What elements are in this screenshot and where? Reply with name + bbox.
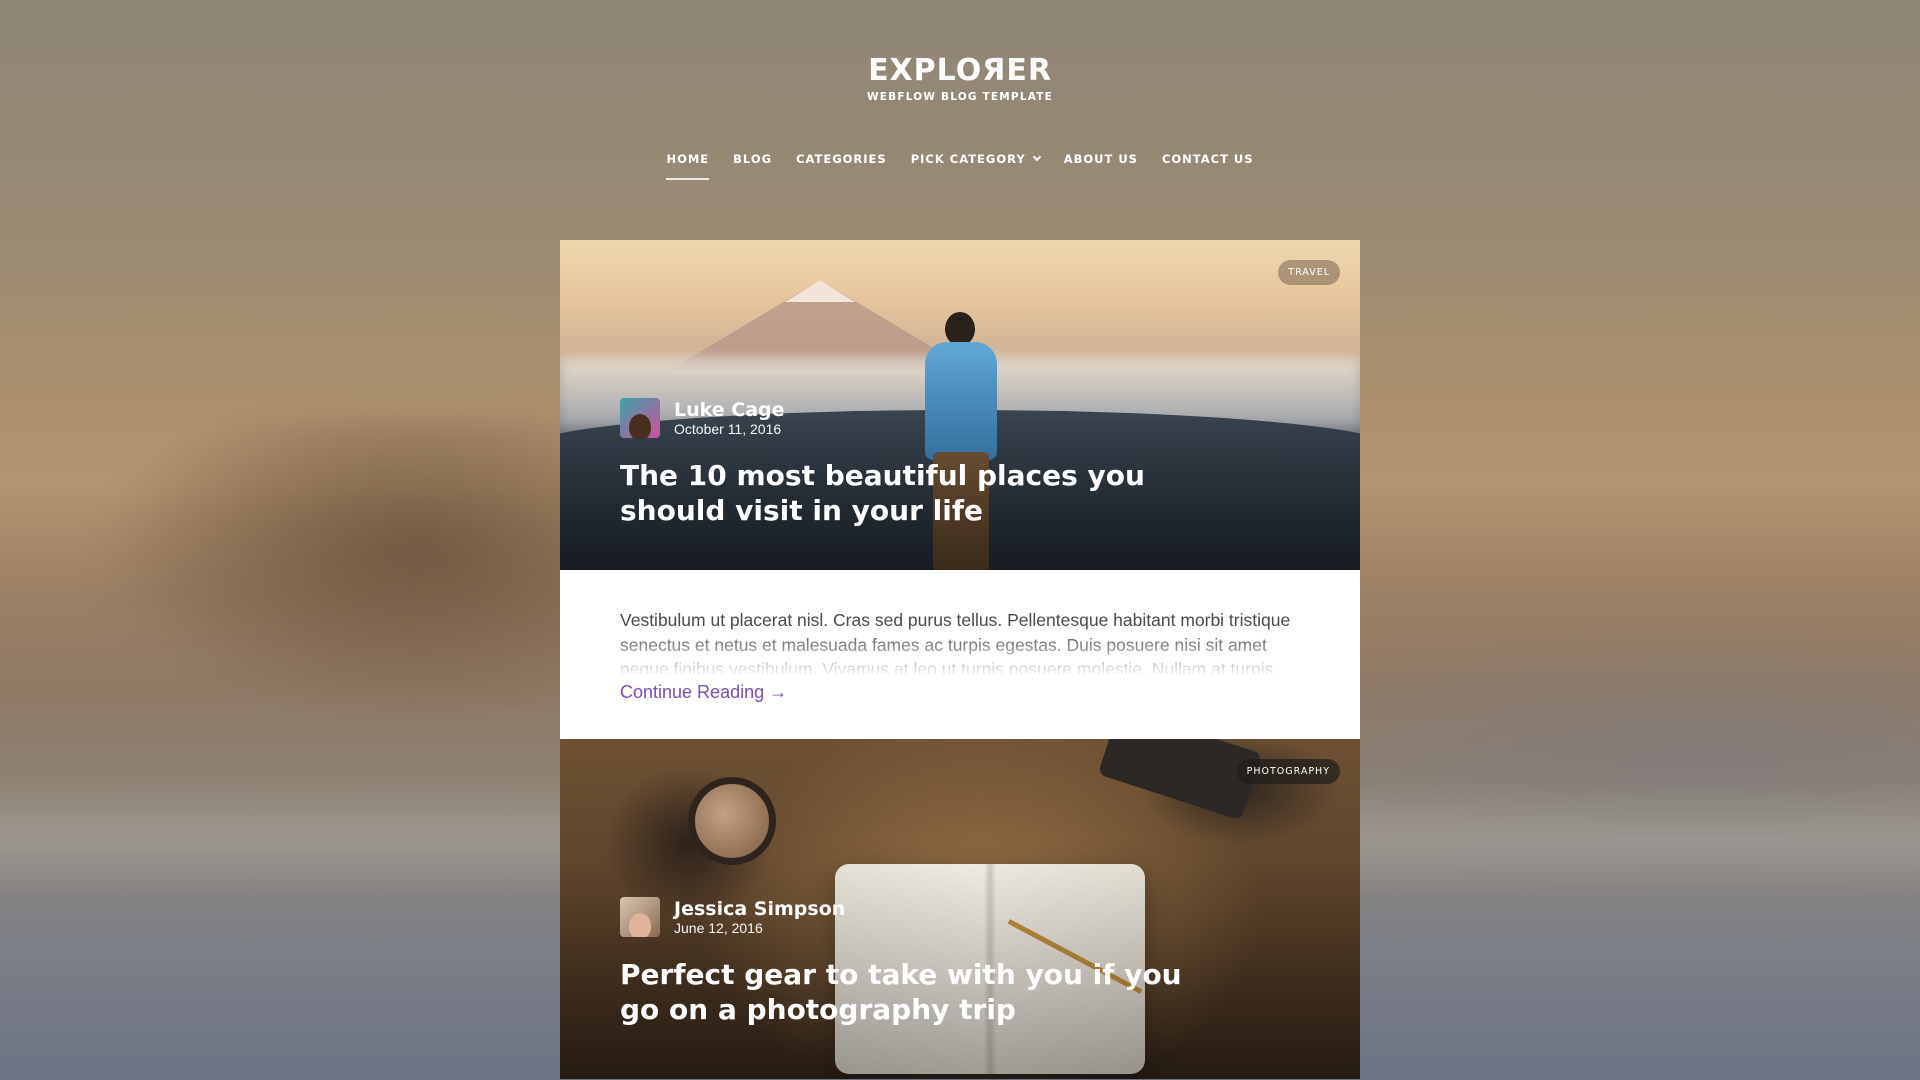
avatar[interactable] [620, 398, 660, 438]
nav-contact-us[interactable]: CONTACT US [1150, 150, 1266, 178]
site-logo[interactable]: EXPLOЯER WEBFLOW BLOG TEMPLATE [0, 53, 1920, 104]
nav-blog[interactable]: BLOG [721, 150, 784, 178]
post-date: October 11, 2016 [674, 421, 782, 437]
nav-contact-us-label: CONTACT US [1161, 152, 1254, 166]
nav-home-label: HOME [666, 152, 710, 166]
avatar[interactable] [620, 897, 660, 937]
category-tag[interactable]: TRAVEL [1278, 260, 1340, 285]
nav-categories[interactable]: CATEGORIES [784, 150, 899, 178]
nav-about-us-label: ABOUT US [1063, 152, 1138, 166]
post-card: TRAVEL Luke Cage October 11, 2016 The 10… [560, 240, 1360, 739]
post-hero-image[interactable]: PHOTOGRAPHY Jessica Simpson June 12, 201… [560, 739, 1360, 1079]
nav-pick-category-dropdown[interactable]: PICK CATEGORY [899, 150, 1052, 178]
author-name[interactable]: Luke Cage [674, 399, 785, 421]
logo-subtitle: WEBFLOW BLOG TEMPLATE [867, 91, 1053, 103]
post-date: June 12, 2016 [674, 920, 763, 936]
nav-categories-label: CATEGORIES [796, 152, 887, 166]
post-hero-image[interactable]: TRAVEL Luke Cage October 11, 2016 The 10… [560, 240, 1360, 570]
author-name[interactable]: Jessica Simpson [674, 898, 845, 920]
nav-about-us[interactable]: ABOUT US [1052, 150, 1150, 178]
posts-column: TRAVEL Luke Cage October 11, 2016 The 10… [560, 240, 1360, 1079]
nav-pick-category-label: PICK CATEGORY [910, 152, 1026, 166]
nav-home[interactable]: HOME [654, 150, 721, 180]
author-info: Luke Cage October 11, 2016 [674, 399, 785, 437]
main-nav: HOME BLOG CATEGORIES PICK CATEGORY ABOUT… [0, 150, 1920, 180]
author-block: Luke Cage October 11, 2016 [620, 398, 785, 438]
chevron-down-icon [1032, 152, 1041, 162]
post-excerpt: Vestibulum ut placerat nisl. Cras sed pu… [620, 608, 1300, 674]
nav-blog-label: BLOG [733, 152, 773, 166]
post-title[interactable]: The 10 most beautiful places you should … [620, 458, 1180, 528]
author-info: Jessica Simpson June 12, 2016 [674, 898, 845, 936]
post-title[interactable]: Perfect gear to take with you if you go … [620, 957, 1220, 1027]
post-card: PHOTOGRAPHY Jessica Simpson June 12, 201… [560, 739, 1360, 1079]
logo-title: EXPLOЯER [868, 53, 1052, 88]
post-excerpt-box: Vestibulum ut placerat nisl. Cras sed pu… [560, 570, 1360, 739]
category-tag[interactable]: PHOTOGRAPHY [1236, 759, 1340, 784]
continue-reading-link[interactable]: Continue Reading → [620, 682, 787, 703]
author-block: Jessica Simpson June 12, 2016 [620, 897, 845, 937]
